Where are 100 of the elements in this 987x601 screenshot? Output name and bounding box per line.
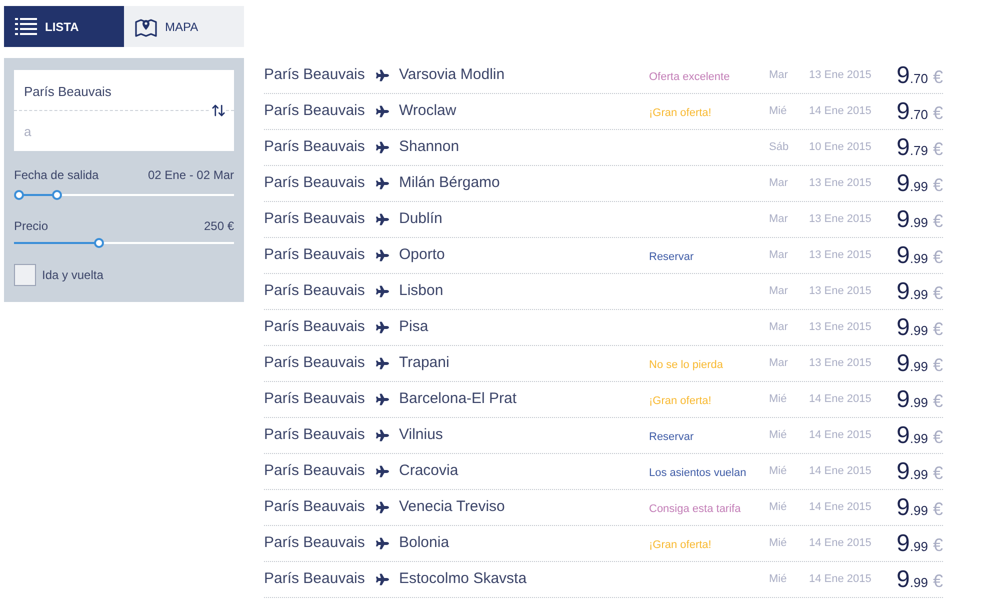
price: 9.99 € [896,460,943,484]
price: 9.99 € [896,424,943,448]
flight-date: 14 Ene 2015 [809,572,872,588]
deal-label: Consiga esta tarifa [649,502,741,514]
date-range-slider[interactable] [14,190,234,200]
destination-city: Pisa [399,317,430,338]
price: 9.99 € [896,388,943,412]
view-tab[interactable]: LISTA [4,6,124,47]
price: 9.70 € [896,100,943,124]
plane-icon [376,429,389,442]
slider-thumb[interactable] [52,190,62,200]
deal-label: ¡Gran oferta! [649,394,712,406]
flight-date: 13 Ene 2015 [809,320,872,336]
origin-city: París Beauvais [264,533,366,554]
date-range-value: 02 Ene - 02 Mar [148,168,234,182]
price: 9.99 € [896,496,943,520]
plane-icon [376,321,389,334]
origin-city: París Beauvais [264,425,366,446]
flight-date: 14 Ene 2015 [809,392,872,408]
plane-icon [376,501,389,514]
origin-city: París Beauvais [264,389,366,410]
price: 9.99 € [896,280,943,304]
deal-label: Los asientos vuelan [649,466,746,478]
origin-city: París Beauvais [264,173,366,194]
weekday: Mié [769,104,788,120]
weekday: Mar [769,248,789,264]
plane-icon [376,69,389,82]
weekday: Mar [769,356,789,372]
slider-thumb[interactable] [14,190,24,200]
price: 9.99 € [896,208,943,232]
flight-date: 13 Ene 2015 [809,212,872,228]
list-icon [15,18,37,35]
round-trip-checkbox[interactable] [14,264,36,286]
price: 9.99 € [896,172,943,196]
destination-field[interactable]: a [14,110,234,151]
destination-city: Oporto [399,245,446,266]
origin-city: París Beauvais [264,569,366,590]
filter-label: Fecha de salida [14,168,99,182]
deal-label: ¡Gran oferta! [649,106,712,118]
price: 9.99 € [896,532,943,556]
flight-date: 14 Ene 2015 [809,536,872,552]
flight-date: 14 Ene 2015 [809,500,872,516]
weekday: Mié [769,536,788,552]
origin-city: París Beauvais [264,317,366,338]
flight-date: 14 Ene 2015 [809,104,872,120]
destination-city: Barcelona-El Prat [399,389,518,410]
origin-city: París Beauvais [264,281,366,302]
price: 9.70 € [896,64,943,88]
weekday: Mar [769,212,789,228]
slider-thumb[interactable] [94,238,104,248]
origin-city: París Beauvais [264,101,366,122]
plane-icon [376,141,389,154]
destination-city: Milán Bérgamo [399,173,501,194]
price: 9.99 € [896,316,943,340]
flight-date: 13 Ene 2015 [809,356,872,372]
price-slider[interactable] [14,238,234,248]
destination-city: Dublín [399,209,444,230]
destination-city: Varsovia Modlin [399,65,506,86]
price: 9.79 € [896,136,943,160]
flight-date: 13 Ene 2015 [809,68,872,84]
weekday: Mié [769,428,788,444]
origin-city: París Beauvais [264,353,366,374]
price-limit-value: 250 € [204,219,234,233]
filter-label: Precio [14,219,48,233]
flight-date: 14 Ene 2015 [809,464,872,480]
price: 9.99 € [896,352,943,376]
destination-city: Cracovia [399,461,460,482]
destination-city: Venecia Treviso [399,497,506,518]
view-tab[interactable]: MAPA [124,6,244,47]
destination-city: Estocolmo Skavsta [399,569,528,590]
origin-city: París Beauvais [264,137,366,158]
plane-icon [376,249,389,262]
price: 9.99 € [896,568,943,592]
origin-field[interactable]: París Beauvais [14,70,234,110]
deal-label: Reservar [649,430,694,442]
origin-city: París Beauvais [264,65,366,86]
deal-label: ¡Gran oferta! [649,538,712,550]
plane-icon [376,105,389,118]
flight-date: 13 Ene 2015 [809,176,872,192]
flight-date: 13 Ene 2015 [809,284,872,300]
origin-city: París Beauvais [264,209,366,230]
destination-city: Lisbon [399,281,444,302]
flight-date: 10 Ene 2015 [809,140,872,156]
plane-icon [376,357,389,370]
plane-icon [376,465,389,478]
plane-icon [376,177,389,190]
flight-date: 13 Ene 2015 [809,248,872,264]
map-pin-icon [135,16,157,36]
destination-city: Vilnius [399,425,444,446]
deal-label: No se lo pierda [649,358,723,370]
origin-city: París Beauvais [264,245,366,266]
destination-city: Wroclaw [399,101,458,122]
weekday: Mar [769,284,789,300]
plane-icon [376,213,389,226]
plane-icon [376,573,389,586]
weekday: Mar [769,320,789,336]
destination-city: Trapani [399,353,450,374]
weekday: Mié [769,392,788,408]
deal-label: Reservar [649,250,694,262]
weekday: Mié [769,464,788,480]
